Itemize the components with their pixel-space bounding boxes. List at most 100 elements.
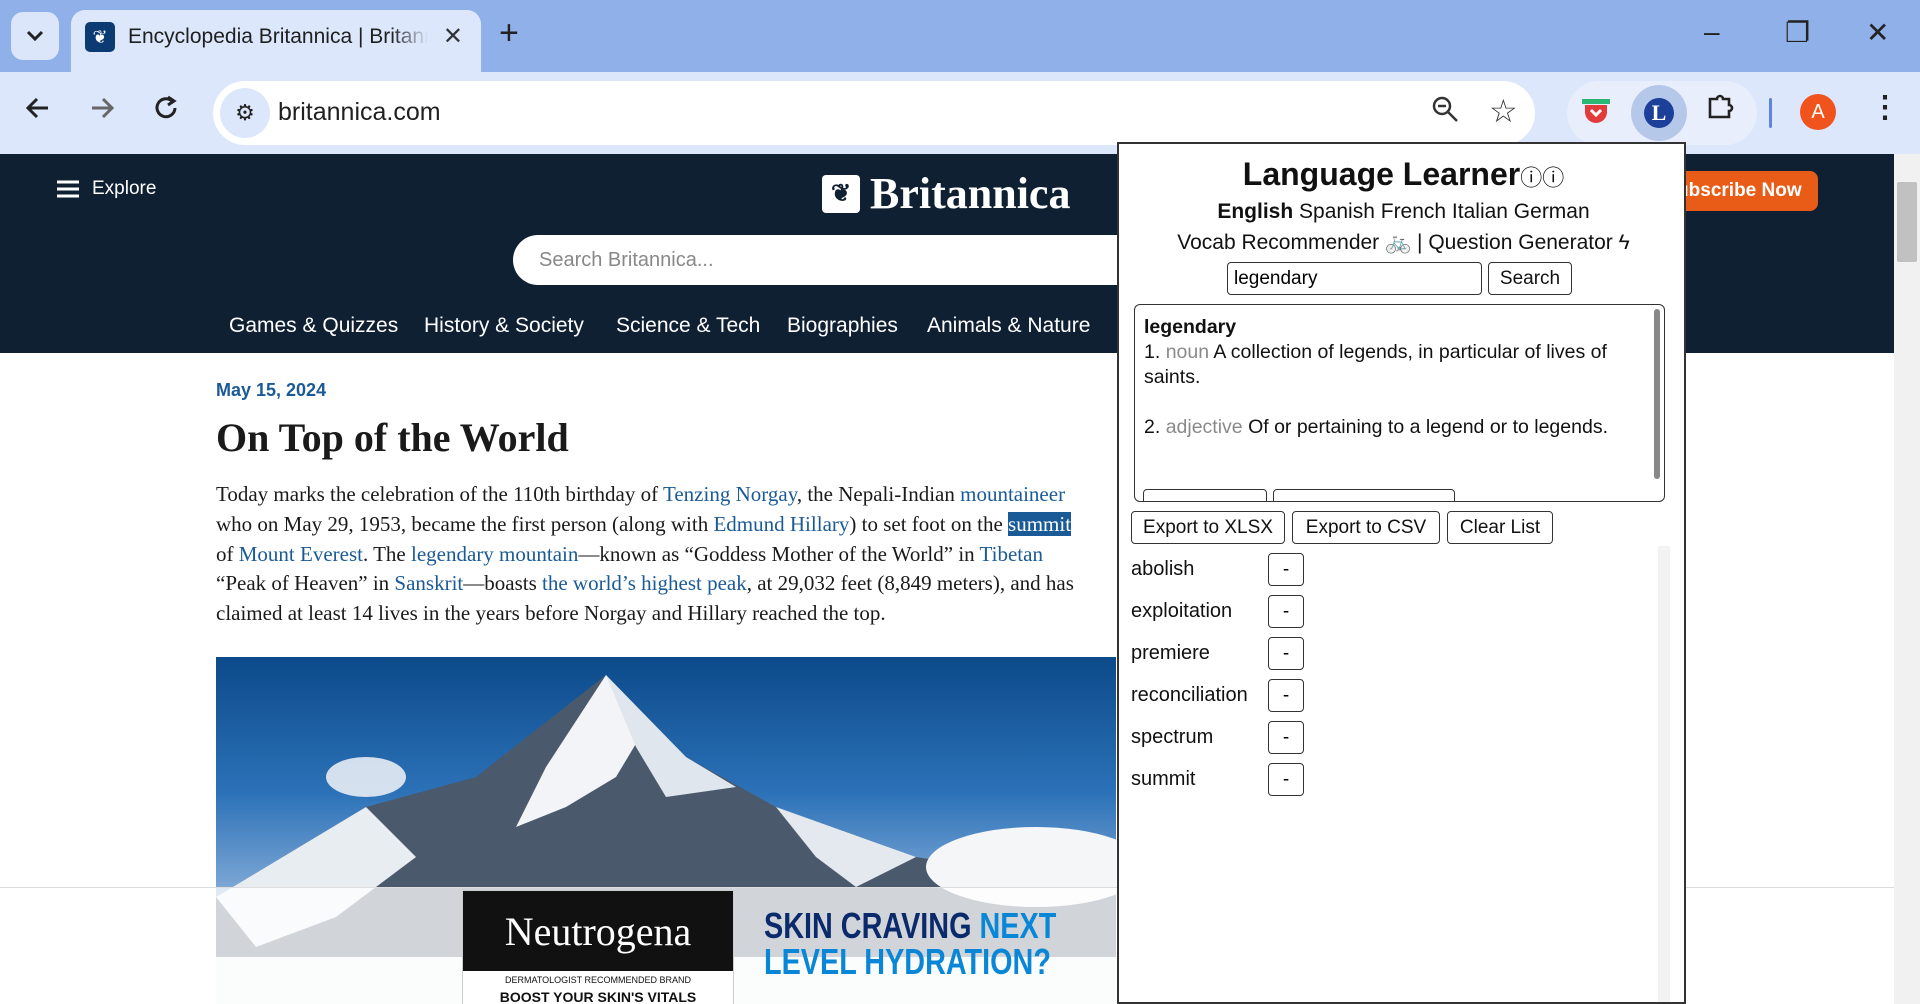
restore-button[interactable]: ❐ (1785, 16, 1810, 49)
help-icon[interactable]: ⓘ (1520, 166, 1542, 191)
def-num: 1. (1144, 341, 1161, 363)
export-xlsx-button[interactable]: Export to XLSX (1131, 511, 1285, 544)
language-english[interactable]: English (1217, 200, 1293, 223)
remove-word-button[interactable]: - (1268, 679, 1304, 712)
language-options[interactable]: Spanish French Italian German (1299, 200, 1590, 223)
link-legendary-mountain[interactable]: legendary mountain (411, 542, 578, 566)
address-bar[interactable]: ⚙ britannica.com ☆ (213, 81, 1535, 145)
pocket-extension-icon[interactable] (1580, 96, 1612, 128)
new-tab-button[interactable]: + (499, 14, 519, 53)
tools-separator: | (1417, 231, 1423, 254)
text: “Peak of Heaven” in (216, 571, 395, 596)
toolbar-separator (1769, 98, 1772, 128)
site-info-icon[interactable]: ⚙ (220, 88, 270, 138)
remove-word-button[interactable]: - (1268, 637, 1304, 670)
zoom-icon[interactable] (1431, 95, 1459, 130)
article-body: Today marks the celebration of the 110th… (216, 480, 1116, 629)
reload-button[interactable] (152, 92, 180, 131)
close-window-button[interactable]: ✕ (1866, 16, 1889, 49)
add-to-list-button[interactable] (1143, 489, 1267, 501)
link-mountaineer[interactable]: mountaineer (960, 482, 1065, 506)
clear-list-button[interactable]: Clear List (1447, 511, 1553, 544)
link-sanskrit[interactable]: Sanskrit (394, 571, 463, 595)
popup-scrollbar[interactable] (1658, 546, 1670, 1002)
article-line: “Peak of Heaven” in Sanskrit—boasts the … (216, 569, 1116, 599)
definition-panel: legendary 1. noun A collection of legend… (1134, 304, 1665, 502)
definition-text: legendary 1. noun A collection of legend… (1144, 315, 1636, 440)
explore-label: Explore (92, 178, 157, 199)
nav-history-society[interactable]: History & Society (424, 314, 584, 338)
question-generator-link[interactable]: Question Generator (1428, 231, 1612, 254)
popup-title: Language Learnerⓘⓘ (1119, 156, 1684, 193)
language-learner-extension-button[interactable]: L (1631, 85, 1687, 141)
remove-word-button[interactable]: - (1268, 595, 1304, 628)
remove-word-button[interactable]: - (1268, 763, 1304, 796)
language-selector: English Spanish French Italian German (1119, 200, 1684, 224)
nav-games-quizzes[interactable]: Games & Quizzes (229, 314, 398, 338)
tab-search-button[interactable] (11, 12, 59, 60)
lightning-icon: ϟ (1618, 231, 1630, 254)
bike-icon: 🚲 (1385, 231, 1412, 254)
site-search-input[interactable]: Search Britannica... (513, 235, 1213, 285)
popup-title-text: Language Learner (1242, 156, 1521, 192)
ad-brand-box: Neutrogena DERMATOLOGIST RECOMMENDED BRA… (462, 890, 734, 1004)
definition-scrollbar[interactable] (1654, 309, 1660, 479)
tab-title: Encyclopedia Britannica | Britannica (128, 25, 428, 48)
britannica-favicon: ❦ (85, 22, 115, 52)
tab-close-icon[interactable]: ✕ (443, 22, 463, 51)
link-edmund-hillary[interactable]: Edmund Hillary (713, 512, 849, 536)
remove-word-button[interactable]: - (1268, 553, 1304, 586)
bookmark-star-icon[interactable]: ☆ (1489, 92, 1518, 130)
chevron-down-icon (26, 30, 44, 42)
page-scrollbar[interactable] (1894, 154, 1920, 1004)
ad-subtitle: DERMATOLOGIST RECOMMENDED BRAND (504, 975, 692, 985)
link-worlds-highest-peak[interactable]: the world’s highest peak (542, 571, 747, 595)
profile-avatar[interactable]: A (1800, 94, 1836, 130)
text: . The (362, 541, 412, 566)
nav-animals-nature[interactable]: Animals & Nature (927, 314, 1090, 338)
ad-copy-line2: LEVEL HYDRATION? (764, 941, 1051, 982)
back-button[interactable] (24, 92, 52, 131)
nav-science-tech[interactable]: Science & Tech (616, 314, 760, 338)
export-csv-button[interactable]: Export to CSV (1292, 511, 1440, 544)
article-headline: On Top of the World (216, 415, 569, 460)
text: —boasts (463, 571, 543, 596)
browser-menu-icon[interactable]: ⋮ (1870, 90, 1900, 125)
word-item: summit (1131, 768, 1196, 790)
search-button[interactable]: Search (1488, 262, 1572, 295)
tool-links: Vocab Recommender 🚲 | Question Generator… (1119, 231, 1684, 255)
hamburger-icon (57, 180, 79, 198)
part-of-speech: noun (1165, 341, 1210, 363)
article-date: May 15, 2024 (216, 380, 327, 400)
word-search-input[interactable] (1227, 262, 1482, 295)
nav-biographies[interactable]: Biographies (787, 314, 898, 338)
info-icon[interactable]: ⓘ (1542, 166, 1564, 191)
britannica-logo[interactable]: ❦ Britannica (822, 168, 1070, 219)
link-mount-everest[interactable]: Mount Everest (239, 542, 363, 566)
selected-word-summit[interactable]: summit (1008, 511, 1072, 536)
article-line: claimed at least 14 lives in the years b… (216, 601, 886, 626)
word-item: spectrum (1131, 726, 1214, 748)
extensions-puzzle-icon[interactable] (1705, 90, 1737, 130)
tab-britannica[interactable]: ❦ Encyclopedia Britannica | Britannica ✕ (71, 10, 481, 72)
article-line: of Mount Everest. The legendary mountain… (216, 540, 1116, 570)
vocab-recommender-link[interactable]: Vocab Recommender (1177, 231, 1379, 254)
forward-arrow-icon (92, 97, 115, 119)
minimize-button[interactable]: – (1704, 16, 1720, 48)
ad-copy-line1: SKIN CRAVING (764, 905, 972, 946)
text: who on May 29, 1953, became the first pe… (216, 511, 714, 536)
explore-menu[interactable]: Explore (56, 178, 156, 200)
site-search-placeholder: Search Britannica... (539, 249, 714, 271)
link-tibetan[interactable]: Tibetan (980, 542, 1043, 566)
link-tenzing-norgay[interactable]: Tenzing Norgay (663, 482, 797, 506)
text: —known as “Goddess Mother of the World” … (578, 541, 980, 566)
text: of (216, 541, 239, 566)
forward-button[interactable] (88, 92, 116, 131)
ad-tagline: BOOST YOUR SKIN'S VITALS (499, 989, 697, 1004)
brand-name: Britannica (870, 169, 1071, 218)
remove-word-button[interactable]: - (1268, 721, 1304, 754)
url-text[interactable]: britannica.com (278, 98, 441, 127)
page-scrollbar-thumb[interactable] (1897, 182, 1917, 262)
text: Today marks the celebration of the 110th… (216, 482, 663, 506)
search-google-button[interactable] (1273, 489, 1455, 501)
